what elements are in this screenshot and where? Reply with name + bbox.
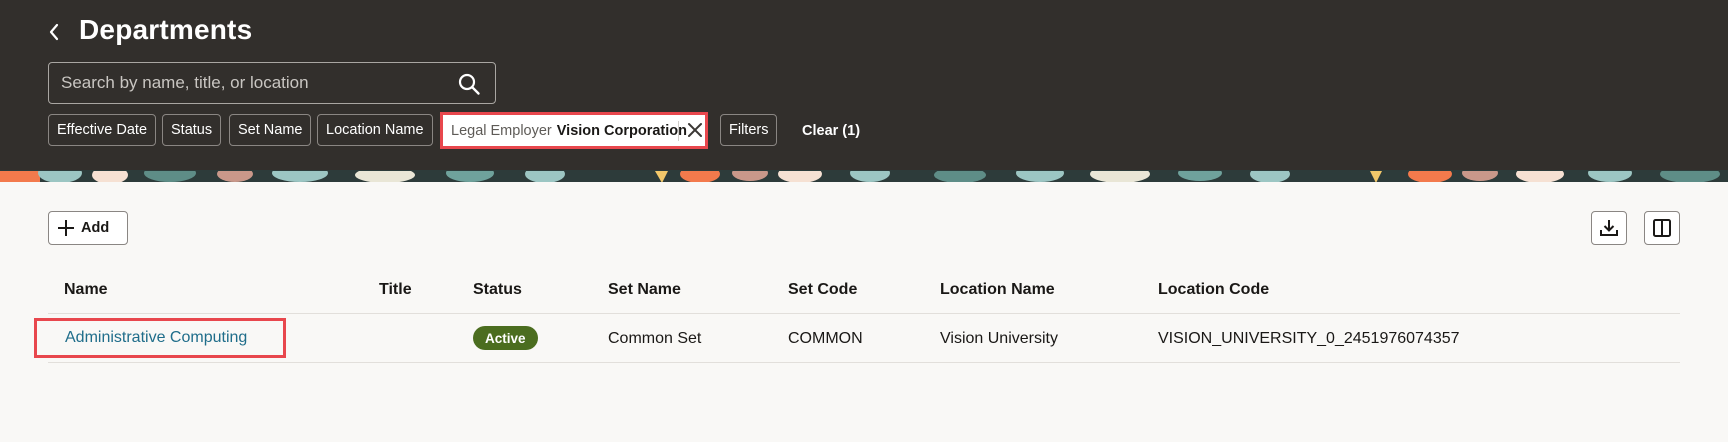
column-header-location-name[interactable]: Location Name: [940, 281, 1055, 299]
filter-chip-label: Legal Employer: [451, 122, 552, 139]
close-icon[interactable]: [685, 120, 705, 140]
search-input[interactable]: [49, 63, 439, 103]
filter-chip-legal-employer[interactable]: Legal Employer Vision Corporation: [440, 112, 708, 149]
cell-location-name: Vision University: [940, 330, 1058, 347]
page-header: Departments Effective Date Status Set Na…: [0, 0, 1728, 170]
table-header-divider: [48, 313, 1680, 314]
filters-button[interactable]: Filters: [720, 114, 778, 146]
add-button-label: Add: [81, 220, 110, 236]
column-header-set-name[interactable]: Set Name: [608, 281, 681, 299]
chip-divider: [678, 121, 679, 141]
department-name: Administrative Computing: [65, 329, 248, 346]
department-name-link[interactable]: Administrative Computing: [34, 318, 286, 358]
clear-filters-link[interactable]: Clear (1): [802, 123, 860, 139]
back-button[interactable]: [44, 18, 64, 46]
column-header-set-code[interactable]: Set Code: [788, 281, 857, 299]
column-header-status[interactable]: Status: [473, 281, 522, 299]
column-layout-button[interactable]: [1644, 211, 1680, 245]
download-icon: [1600, 220, 1618, 236]
table-row-divider: [48, 362, 1680, 363]
search-icon[interactable]: [457, 72, 481, 96]
add-button[interactable]: Add: [48, 211, 128, 245]
column-layout-icon: [1653, 219, 1671, 237]
filter-chip-status[interactable]: Status: [162, 114, 222, 146]
column-header-location-code[interactable]: Location Code: [1158, 281, 1269, 299]
page-title: Departments: [79, 14, 253, 45]
cell-set-code: COMMON: [788, 330, 863, 347]
cell-set-name: Common Set: [608, 330, 702, 347]
filter-chip-set-name[interactable]: Set Name: [229, 114, 312, 146]
column-header-name[interactable]: Name: [64, 281, 108, 299]
plus-icon: [58, 220, 74, 236]
download-button[interactable]: [1591, 211, 1627, 245]
chevron-left-icon: [49, 23, 59, 41]
search-box[interactable]: [48, 62, 496, 104]
filter-chip-value: Vision Corporation: [556, 122, 687, 139]
banner-pattern: [0, 170, 1728, 182]
column-header-title[interactable]: Title: [379, 281, 412, 299]
filter-chip-effective-date[interactable]: Effective Date: [48, 114, 157, 146]
status-badge: Active: [473, 326, 538, 350]
cell-location-code: VISION_UNIVERSITY_0_2451976074357: [1158, 330, 1460, 347]
decorative-banner: [0, 170, 1728, 182]
filter-chip-location-name[interactable]: Location Name: [317, 114, 433, 146]
